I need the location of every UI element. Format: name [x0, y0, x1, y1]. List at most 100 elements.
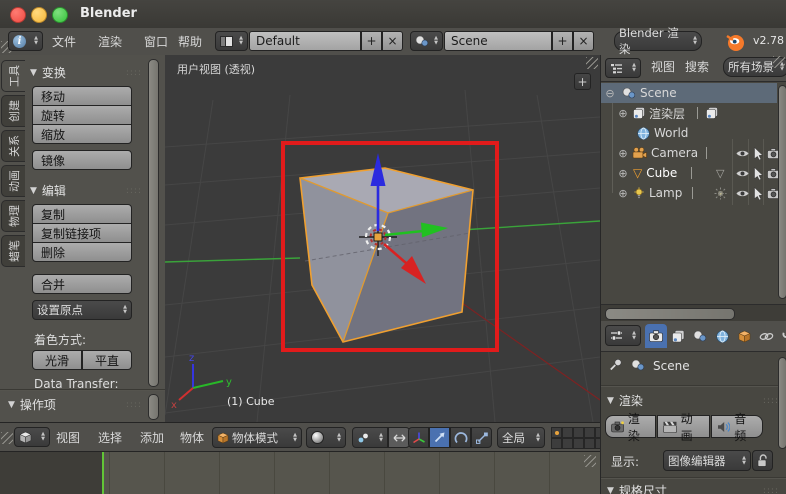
manipulate-center-points-toggle[interactable] — [388, 427, 410, 448]
duplicate-linked-button[interactable]: 复制链接项 — [32, 223, 132, 243]
scene-selector-icon-dropdown[interactable]: ▲ ▼ — [410, 31, 443, 51]
display-mode-dropdown[interactable]: 图像编辑器 ▲ ▼ — [663, 450, 751, 471]
maximize-window-button[interactable] — [52, 7, 68, 23]
timeline-region[interactable] — [0, 452, 600, 494]
minimize-window-button[interactable] — [31, 7, 47, 23]
region-corner-widget[interactable] — [1, 432, 13, 444]
pin-icon[interactable] — [609, 358, 623, 372]
eye-icon[interactable] — [736, 149, 749, 158]
shelf-tab-grease-pencil[interactable]: 蜡笔 — [1, 235, 25, 267]
menu-add[interactable]: 添加 — [140, 428, 164, 448]
scale-manipulator-button[interactable] — [471, 427, 492, 448]
render-layer-data-icon[interactable] — [706, 107, 718, 119]
properties-tab-world[interactable] — [711, 324, 733, 348]
region-corner-widget[interactable] — [773, 56, 785, 68]
panel-grip[interactable]: :::: — [126, 68, 142, 78]
properties-tab-render[interactable] — [645, 324, 667, 348]
properties-scrollbar[interactable] — [778, 357, 786, 449]
layers-widget[interactable] — [551, 427, 600, 449]
outliner-row-scene[interactable]: ⊖ Scene — [601, 83, 777, 103]
panel-grip[interactable]: :::: — [126, 400, 142, 410]
panel-grip[interactable]: :::: — [763, 486, 779, 494]
timeline-playhead[interactable] — [102, 452, 104, 494]
translate-manipulator-button[interactable] — [429, 427, 450, 448]
outliner-row-world[interactable]: World — [601, 123, 777, 143]
layer-cell[interactable] — [551, 438, 562, 449]
shelf-tab-create[interactable]: 创建 — [1, 95, 25, 127]
expand-icon[interactable]: ⊕ — [617, 187, 629, 200]
outliner-row-camera[interactable]: ⊕ Camera — [601, 143, 780, 163]
horizontal-scrollbar-thumb[interactable] — [605, 308, 735, 320]
render-audio-button[interactable]: 音频 — [711, 412, 763, 443]
add-layout-button[interactable]: + — [361, 31, 382, 51]
outliner-scrollbar[interactable] — [778, 85, 786, 299]
shade-smooth-button[interactable]: 光滑 — [32, 350, 82, 370]
layer-cell[interactable] — [573, 427, 584, 438]
manipulator-toggle-button[interactable] — [408, 427, 429, 448]
outliner-menu-view[interactable]: 视图 — [651, 57, 675, 77]
shelf-tab-physics[interactable]: 物理 — [1, 200, 25, 232]
menu-file[interactable]: 文件 — [52, 32, 76, 52]
screen-layout-icon-dropdown[interactable]: ▲ ▼ — [215, 31, 248, 51]
lamp-data-icon[interactable] — [714, 187, 727, 200]
panel-header-operator[interactable]: ▼ 操作项 :::: — [8, 396, 142, 413]
delete-layout-button[interactable]: × — [382, 31, 403, 51]
mesh-data-icon[interactable]: ▽ — [716, 167, 724, 180]
shade-flat-button[interactable]: 平直 — [82, 350, 132, 370]
panel-header-transform[interactable]: ▼ 变换 :::: — [30, 64, 142, 81]
panel-header-dimensions[interactable]: ▼ 规格尺寸 :::: — [607, 482, 779, 494]
mirror-button[interactable]: 镜像 — [32, 150, 132, 170]
editor-type-dropdown-properties[interactable]: ▲ ▼ — [605, 325, 641, 346]
collapse-icon[interactable]: ⊖ — [604, 87, 616, 100]
cursor-select-icon[interactable] — [753, 166, 764, 180]
render-engine-dropdown[interactable]: Blender 渲染 ▲ ▼ — [614, 26, 702, 56]
menu-render[interactable]: 渲染 — [98, 32, 122, 52]
scale-button[interactable]: 缩放 — [32, 124, 132, 144]
operator-panel-scrollbar[interactable] — [148, 394, 159, 420]
properties-tab-constraints[interactable] — [755, 324, 777, 348]
shelf-tab-animation[interactable]: 动画 — [1, 165, 25, 197]
set-origin-dropdown[interactable]: 设置原点 ▲ ▼ — [32, 300, 132, 320]
properties-tab-render-layers[interactable] — [667, 324, 689, 348]
open-region-plus-button[interactable]: + — [574, 73, 591, 90]
cursor-select-icon[interactable] — [753, 186, 764, 200]
panel-header-edit[interactable]: ▼ 编辑 :::: — [30, 182, 142, 199]
expand-icon[interactable]: ⊕ — [617, 167, 629, 180]
editor-type-dropdown-3dview[interactable]: ▲ ▼ — [14, 427, 50, 447]
eye-icon[interactable] — [736, 189, 749, 198]
outliner-row-cube[interactable]: ⊕ ▽ Cube ▽ — [601, 163, 780, 183]
tool-shelf-scrollbar[interactable] — [148, 59, 159, 387]
pivot-point-dropdown[interactable]: ▲ ▼ — [352, 427, 388, 448]
layer-cell[interactable] — [562, 427, 573, 438]
viewport-3d[interactable]: z y x 用户视图 (透视) (1) Cube + — [165, 55, 600, 422]
menu-help[interactable]: 帮助 — [178, 32, 202, 52]
outliner-menu-search[interactable]: 搜索 — [685, 57, 709, 77]
menu-select[interactable]: 选择 — [98, 428, 122, 448]
expand-icon[interactable]: ⊕ — [617, 107, 629, 120]
render-animation-button[interactable]: 动画 — [657, 412, 710, 443]
layer-cell[interactable] — [573, 438, 584, 449]
editor-type-dropdown-outliner[interactable]: ▲ ▼ — [605, 58, 641, 78]
render-button[interactable]: 渲染 — [605, 412, 656, 443]
layer-cell[interactable] — [584, 438, 595, 449]
menu-window[interactable]: 窗口 — [144, 32, 168, 52]
close-window-button[interactable] — [10, 7, 26, 23]
properties-tab-modifiers[interactable] — [777, 324, 786, 348]
scene-name-field[interactable]: Scene — [444, 31, 552, 51]
rotate-manipulator-button[interactable] — [450, 427, 471, 448]
viewport-shading-dropdown[interactable]: ▲ ▼ — [306, 427, 346, 448]
properties-tab-object[interactable] — [733, 324, 755, 348]
properties-tab-scene[interactable] — [689, 324, 711, 348]
add-scene-button[interactable]: + — [552, 31, 573, 51]
outliner-row-render-layers[interactable]: ⊕ 渲染层 — [601, 103, 777, 123]
panel-grip[interactable]: :::: — [126, 186, 142, 196]
cursor-select-icon[interactable] — [753, 146, 764, 160]
join-button[interactable]: 合并 — [32, 274, 132, 294]
outliner-row-lamp[interactable]: ⊕ Lamp — [601, 183, 780, 203]
eye-icon[interactable] — [736, 169, 749, 178]
shelf-tab-tools[interactable]: 工具 — [1, 60, 25, 92]
delete-scene-button[interactable]: × — [573, 31, 594, 51]
move-button[interactable]: 移动 — [32, 86, 132, 106]
editor-type-dropdown-info[interactable]: i ▲ ▼ — [8, 31, 43, 51]
layer-cell[interactable] — [584, 427, 595, 438]
